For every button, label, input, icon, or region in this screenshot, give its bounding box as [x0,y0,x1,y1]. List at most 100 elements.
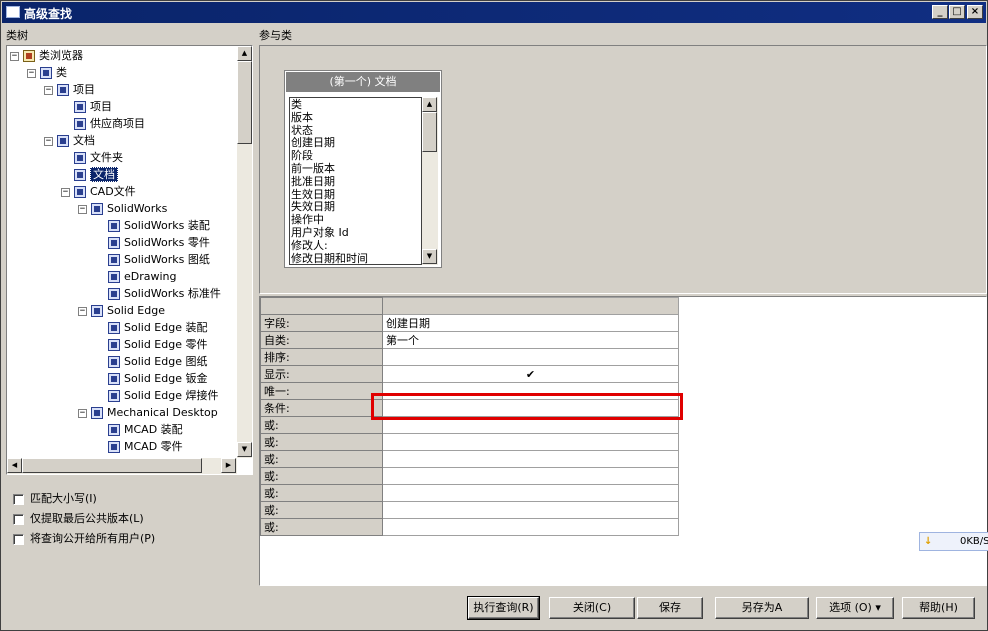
tree-node-mcad-assembly[interactable]: MCAD 装配 [95,421,183,438]
field-list-item[interactable]: 前一版本 [290,162,421,175]
collapse-icon[interactable]: − [27,68,36,78]
tree-node-sw-drawing[interactable]: SolidWorks 图纸 [95,251,210,268]
class-icon [108,356,120,368]
collapse-icon[interactable]: − [44,136,53,146]
row-header: 条件: [260,399,383,417]
grid-row-sort: 排序: [260,348,679,366]
tree-node-solidworks[interactable]: − SolidWorks [78,200,167,217]
field-list-item[interactable]: 状态 [290,124,421,137]
tree-node-label: 项目 [73,83,95,96]
tree-node-label: Mechanical Desktop [107,406,218,419]
tree-node-item[interactable]: 项目 [61,98,112,115]
collapse-icon[interactable]: − [78,306,87,316]
or-cell[interactable] [382,518,679,536]
checkbox-box[interactable] [13,513,24,525]
field-list-scrollbar[interactable]: ▲ ▼ [422,97,438,265]
or-cell[interactable] [382,450,679,468]
column-header-cell[interactable] [382,297,679,315]
tree-node-documents[interactable]: − 文档 [44,132,95,149]
tree-node-se-sheet-metal[interactable]: Solid Edge 钣金 [95,370,207,387]
field-list-item[interactable]: 修改日期和时间 [290,252,421,264]
speed-text: 0KB/S [960,536,988,547]
tree-node-mcad-part[interactable]: MCAD 零件 [95,438,183,455]
tree-node-se-assembly[interactable]: Solid Edge 装配 [95,319,207,336]
tree-vertical-scrollbar[interactable]: ▲ ▼ [237,46,252,458]
class-icon [108,339,120,351]
class-icon [57,84,69,96]
scroll-left-arrow-icon[interactable]: ◀ [7,458,22,473]
field-list-item[interactable]: 类 [290,98,421,111]
field-list-item[interactable]: 修改人: [290,239,421,252]
tree-horizontal-scrollbar[interactable]: ◀ ▶ [7,458,237,474]
or-cell[interactable] [382,467,679,485]
help-button[interactable]: 帮助(H) [902,597,975,619]
tree-node-cad-files[interactable]: − CAD文件 [61,183,136,200]
tree-node-classes[interactable]: − 类 [27,64,67,81]
tree-node-vendor-item[interactable]: 供应商项目 [61,115,145,132]
maximize-button[interactable]: □ [949,5,965,19]
collapse-icon[interactable]: − [78,408,87,418]
grid-row-or: 或: [260,484,679,502]
tree-node-sw-part[interactable]: SolidWorks 零件 [95,234,210,251]
save-button[interactable]: 保存 [637,597,703,619]
close-button[interactable]: 关闭(C) [549,597,635,619]
scroll-thumb[interactable] [237,61,252,144]
collapse-icon[interactable]: − [44,85,53,95]
tree-node-sw-standard-part[interactable]: SolidWorks 标准件 [95,285,221,302]
or-cell[interactable] [382,484,679,502]
latest-public-version-checkbox[interactable]: 仅提取最后公共版本(L) [13,510,144,526]
field-list-item[interactable]: 版本 [290,111,421,124]
tree-node-solid-edge[interactable]: − Solid Edge [78,302,165,319]
run-query-button[interactable]: 执行查询(R) [467,596,540,620]
title-bar[interactable]: 高级查找 _ □ × [2,2,986,23]
minimize-button[interactable]: _ [932,5,948,19]
tree-node-sw-assembly[interactable]: SolidWorks 装配 [95,217,210,234]
scroll-down-arrow-icon[interactable]: ▼ [237,442,252,457]
field-list-item[interactable]: 生效日期 [290,188,421,201]
from-class-cell[interactable]: 第一个 [382,331,679,349]
field-list-item[interactable]: 阶段 [290,149,421,162]
field-list-item[interactable]: 用户对象 Id [290,226,421,239]
field-list-item[interactable]: 操作中 [290,213,421,226]
save-as-button[interactable]: 另存为A [715,597,809,619]
match-case-checkbox[interactable]: 匹配大小写(I) [13,490,97,506]
collapse-icon[interactable]: − [10,51,19,61]
share-query-checkbox[interactable]: 将查询公开给所有用户(P) [13,530,155,546]
scroll-right-arrow-icon[interactable]: ▶ [221,458,236,473]
or-cell[interactable] [382,433,679,451]
tree-node-document-selected[interactable]: 文档 [61,166,118,183]
tree-node-folder[interactable]: 文件夹 [61,149,123,166]
class-box-header[interactable]: (第一个) 文档 [286,72,440,92]
field-cell[interactable]: 创建日期 [382,314,679,332]
class-field-box[interactable]: (第一个) 文档 类 版本 状态 创建日期 阶段 前一版本 批准日期 生效日期 … [284,70,442,268]
field-list-item[interactable]: 创建日期 [290,136,421,149]
scroll-thumb[interactable] [422,112,437,152]
checkbox-box[interactable] [13,493,24,505]
collapse-icon[interactable]: − [61,187,70,197]
tree-node-se-weldment[interactable]: Solid Edge 焊接件 [95,387,218,404]
class-field-list[interactable]: 类 版本 状态 创建日期 阶段 前一版本 批准日期 生效日期 失效日期 操作中 … [289,97,422,265]
options-dropdown-button[interactable]: 选项 (O) ▾ [816,597,894,619]
or-cell[interactable] [382,501,679,519]
tree-node-items[interactable]: − 项目 [44,81,95,98]
tree-node-se-drawing[interactable]: Solid Edge 图纸 [95,353,207,370]
scroll-up-arrow-icon[interactable]: ▲ [237,46,252,61]
tree-node-label: MCAD 装配 [124,423,183,436]
field-list-item[interactable]: 批准日期 [290,175,421,188]
scroll-down-arrow-icon[interactable]: ▼ [422,249,437,264]
collapse-icon[interactable]: − [78,204,87,214]
tree-node-se-part[interactable]: Solid Edge 零件 [95,336,207,353]
tree-node-class-browser[interactable]: − 类浏览器 [10,47,83,64]
scroll-up-arrow-icon[interactable]: ▲ [422,97,437,112]
grid-row-or: 或: [260,467,679,485]
checkbox-box[interactable] [13,533,24,545]
close-window-button[interactable]: × [967,5,983,19]
field-list-item[interactable]: 失效日期 [290,200,421,213]
tree-node-mechanical-desktop[interactable]: − Mechanical Desktop [78,404,218,421]
tree-node-edrawing[interactable]: eDrawing [95,268,177,285]
scroll-thumb[interactable] [22,458,202,473]
sort-cell[interactable] [382,348,679,366]
show-checkmark-cell[interactable]: ✔ [382,365,679,383]
